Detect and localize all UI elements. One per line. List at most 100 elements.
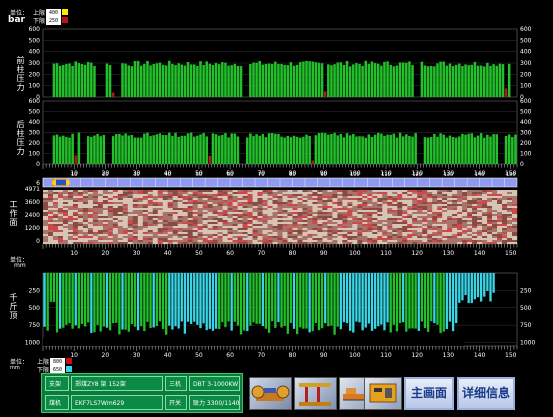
switch-thumbnail[interactable] bbox=[364, 377, 402, 410]
face-cell bbox=[52, 238, 59, 241]
face-cell bbox=[227, 226, 233, 229]
face-cell bbox=[172, 236, 178, 239]
face-cell bbox=[317, 208, 323, 211]
pressure-bar bbox=[158, 133, 162, 164]
face-cell bbox=[237, 224, 243, 227]
face-cell bbox=[252, 228, 258, 231]
detail-info-button[interactable]: 详细信息 bbox=[457, 377, 515, 410]
face-cell bbox=[342, 208, 348, 211]
jack-bar-shadow bbox=[460, 337, 464, 346]
x-tick-label: 80 bbox=[289, 250, 297, 257]
face-cell bbox=[452, 198, 458, 201]
pressure-bar bbox=[249, 133, 252, 164]
face-cell bbox=[482, 238, 488, 241]
face-cell bbox=[457, 206, 463, 209]
face-cell bbox=[197, 198, 203, 201]
face-cell bbox=[152, 242, 158, 245]
face-cell bbox=[242, 220, 248, 223]
face-cell bbox=[62, 192, 69, 195]
face-cell bbox=[367, 238, 373, 241]
face-cell bbox=[447, 212, 453, 215]
face-cell bbox=[192, 236, 198, 239]
face-cell bbox=[222, 202, 228, 205]
face-cell bbox=[242, 228, 248, 231]
face-cell bbox=[207, 234, 213, 237]
face-cell bbox=[257, 242, 263, 245]
face-cell bbox=[72, 226, 79, 229]
shearer-tick-label: 70 bbox=[258, 172, 264, 178]
face-cell bbox=[137, 218, 143, 221]
face-cell bbox=[192, 224, 198, 227]
face-cell bbox=[202, 228, 208, 231]
jack-bar bbox=[202, 273, 205, 324]
pressure-bar bbox=[473, 61, 477, 97]
face-cell bbox=[232, 216, 238, 219]
shearer-machine-icon[interactable] bbox=[52, 179, 70, 186]
face-cell bbox=[322, 228, 328, 231]
face-cell bbox=[302, 242, 308, 245]
face-cell bbox=[362, 206, 368, 209]
face-cell bbox=[332, 224, 338, 227]
face-cell bbox=[307, 222, 313, 225]
bottom-upper-value[interactable]: 800 bbox=[50, 358, 65, 366]
face-cell bbox=[367, 230, 373, 233]
face-cell bbox=[187, 194, 193, 197]
face-cell bbox=[122, 214, 129, 217]
face-cell bbox=[217, 228, 223, 231]
face-cell bbox=[197, 202, 203, 205]
face-cell bbox=[397, 230, 403, 233]
face-cell bbox=[462, 198, 468, 201]
face-cell bbox=[312, 224, 318, 227]
face-cell bbox=[512, 230, 518, 233]
support-thumbnail[interactable] bbox=[294, 377, 337, 410]
face-cell bbox=[112, 234, 119, 237]
face-cell bbox=[77, 216, 84, 219]
face-cell bbox=[497, 190, 503, 193]
face-cell bbox=[462, 216, 468, 219]
pressure-bar bbox=[233, 63, 237, 97]
jack-bar bbox=[246, 273, 249, 334]
face-cell bbox=[332, 236, 338, 239]
face-cell bbox=[417, 222, 423, 225]
x-tick-label: 40 bbox=[164, 250, 172, 257]
face-cell bbox=[482, 206, 488, 209]
face-cell bbox=[127, 216, 134, 219]
face-cell bbox=[232, 232, 238, 235]
face-cell bbox=[102, 216, 109, 219]
jack-bar-shadow bbox=[283, 331, 287, 346]
x-tick-label: 60 bbox=[226, 250, 234, 257]
face-cell bbox=[427, 240, 433, 243]
face-cell bbox=[392, 202, 398, 205]
face-cell bbox=[117, 214, 124, 217]
face-cell bbox=[327, 194, 333, 197]
face-cell bbox=[422, 240, 428, 243]
face-cell bbox=[482, 228, 488, 231]
pressure-bar bbox=[152, 135, 155, 164]
face-cell bbox=[227, 194, 233, 197]
face-cell bbox=[147, 192, 153, 195]
pressure-bar bbox=[401, 136, 405, 164]
face-cell bbox=[402, 218, 408, 221]
jack-bar-shadow bbox=[295, 337, 299, 346]
face-y-tick-label: 2400 bbox=[25, 212, 40, 219]
face-cell bbox=[282, 204, 288, 207]
face-cell bbox=[192, 214, 198, 217]
face-cell bbox=[417, 216, 423, 219]
face-cell bbox=[157, 236, 163, 239]
face-cell bbox=[257, 240, 263, 243]
face-cell bbox=[142, 228, 148, 231]
face-cell bbox=[457, 204, 463, 207]
face-cell bbox=[87, 204, 94, 207]
face-cell bbox=[402, 206, 408, 209]
face-cell bbox=[432, 220, 438, 223]
face-cell bbox=[257, 194, 263, 197]
face-cell bbox=[447, 236, 453, 239]
jack-bar bbox=[486, 273, 489, 291]
main-screen-button[interactable]: 主画面 bbox=[404, 377, 454, 410]
face-cell bbox=[142, 220, 148, 223]
shearer-thumbnail[interactable] bbox=[249, 377, 292, 410]
face-cell bbox=[457, 228, 463, 231]
face-cell bbox=[267, 202, 273, 205]
face-cell bbox=[312, 208, 318, 211]
face-cell bbox=[252, 222, 258, 225]
